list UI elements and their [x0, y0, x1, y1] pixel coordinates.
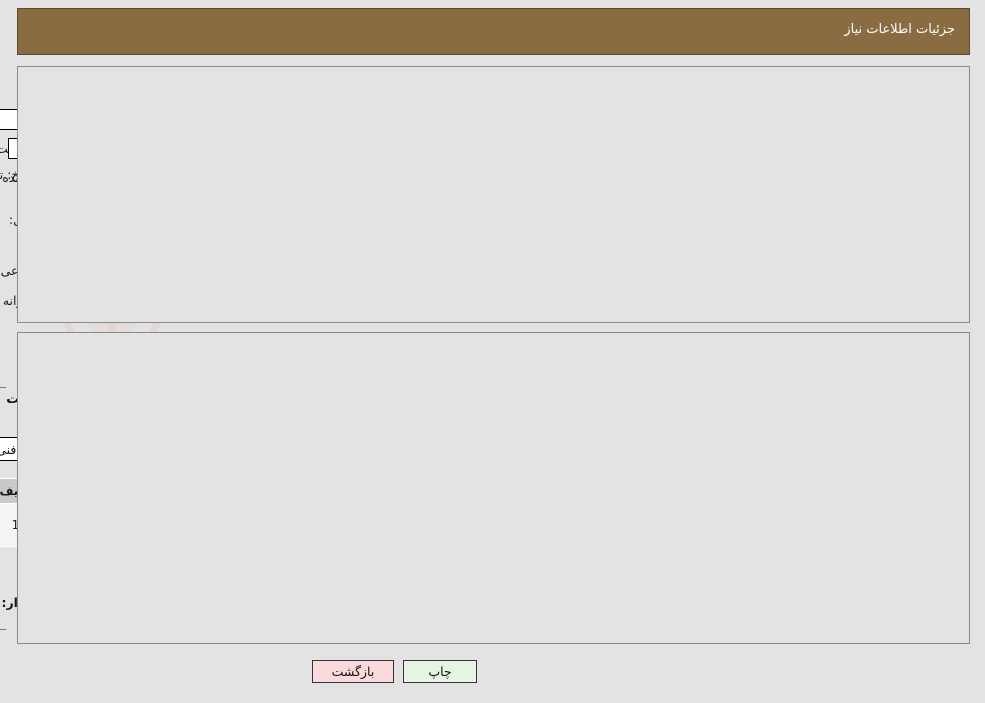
page-root: AriaTender.net جزئیات اطلاعات نیاز شماره… — [0, 0, 985, 703]
description-resize-grip[interactable] — [0, 378, 7, 388]
back-button[interactable]: بازگشت — [312, 660, 394, 683]
need-info-panel — [17, 66, 970, 323]
page-title-bar: جزئیات اطلاعات نیاز — [17, 8, 970, 55]
notes-resize-grip[interactable] — [0, 620, 7, 630]
print-button[interactable]: چاپ — [403, 660, 477, 683]
page-title: جزئیات اطلاعات نیاز — [844, 22, 955, 37]
details-panel — [17, 332, 970, 644]
